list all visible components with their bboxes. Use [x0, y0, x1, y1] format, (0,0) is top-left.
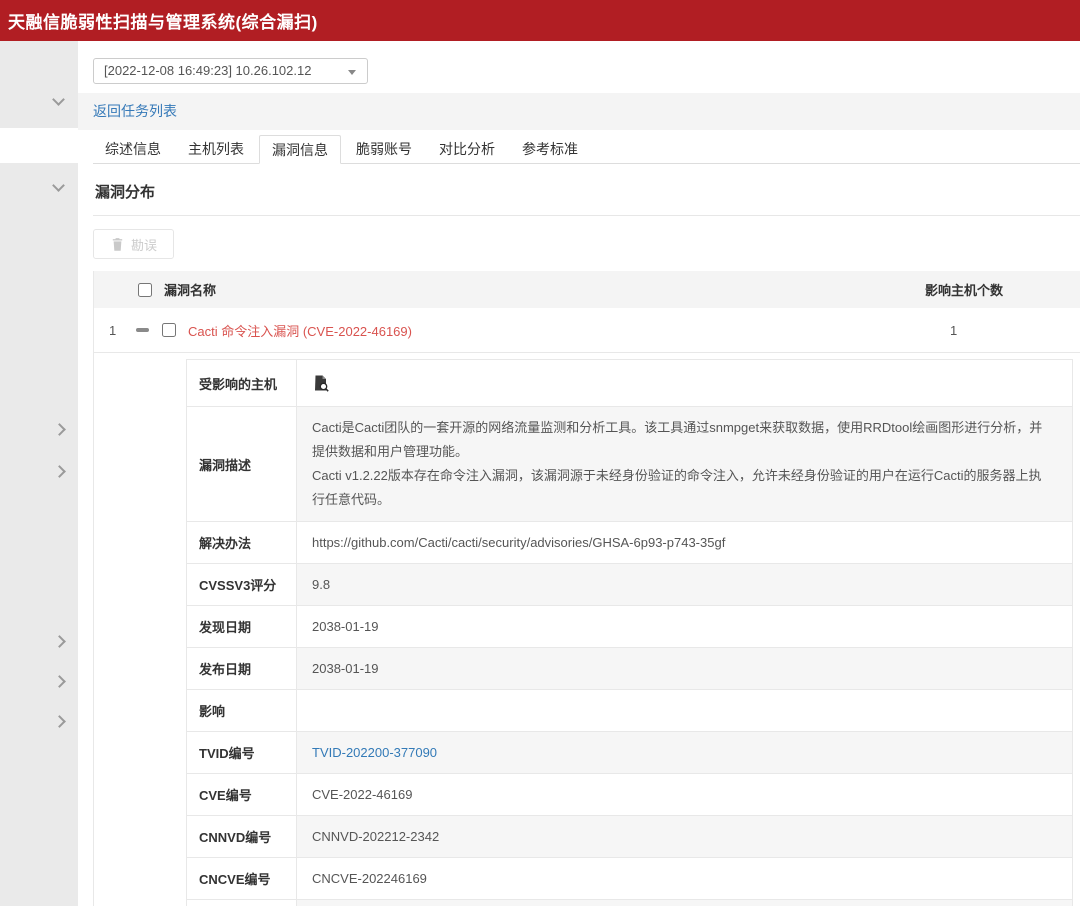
task-selector-value: [2022-12-08 16:49:23] 10.26.102.12 [104, 63, 311, 78]
tabs-bar: 综述信息 主机列表 漏洞信息 脆弱账号 对比分析 参考标准 [93, 135, 1080, 164]
detail-label: TVID编号 [187, 732, 297, 773]
detail-row-cve: CVE编号 CVE-2022-46169 [187, 774, 1072, 816]
impact-value [297, 690, 1072, 731]
back-to-task-list-link[interactable]: 返回任务列表 [93, 103, 177, 119]
toolbar: 勘误 [93, 229, 1080, 259]
detail-row-affected-hosts: 受影响的主机 [187, 360, 1072, 407]
tvid-link[interactable]: TVID-202200-377090 [312, 745, 437, 760]
detail-row-description: 漏洞描述 Cacti是Cacti团队的一套开源的网络流量监测和分析工具。该工具通… [187, 407, 1072, 522]
caret-down-icon [348, 70, 356, 75]
chevron-down-icon[interactable] [52, 179, 65, 192]
detail-label: 发现日期 [187, 606, 297, 647]
row-number: 1 [109, 323, 123, 338]
file-search-icon[interactable] [312, 374, 330, 392]
ms-id [297, 900, 1072, 906]
tab-vulnerability-info[interactable]: 漏洞信息 [259, 135, 341, 164]
cve-id: CVE-2022-46169 [297, 774, 1072, 815]
tab-reference-standards[interactable]: 参考标准 [510, 135, 590, 164]
detail-row-tvid: TVID编号 TVID-202200-377090 [187, 732, 1072, 774]
detail-label: 受影响的主机 [187, 360, 297, 406]
vuln-table-row: 1 Cacti 命令注入漏洞 (CVE-2022-46169) 1 [94, 308, 1080, 353]
vuln-table-header: 漏洞名称 影响主机个数 [94, 271, 1080, 308]
select-all-checkbox[interactable] [138, 283, 152, 297]
chevron-down-icon[interactable] [52, 93, 65, 106]
detail-label: CVE编号 [187, 774, 297, 815]
sidebar [0, 41, 78, 906]
chevron-right-icon[interactable] [53, 423, 66, 436]
detail-row-discovery-date: 发现日期 2038-01-19 [187, 606, 1072, 648]
tab-comparative-analysis[interactable]: 对比分析 [427, 135, 507, 164]
detail-label: CNNVD编号 [187, 816, 297, 857]
publish-date: 2038-01-19 [297, 648, 1072, 689]
detail-row-publish-date: 发布日期 2038-01-19 [187, 648, 1072, 690]
discovery-date: 2038-01-19 [297, 606, 1072, 647]
chevron-right-icon[interactable] [53, 465, 66, 478]
cvssv3-score: 9.8 [297, 564, 1072, 605]
vuln-table: 漏洞名称 影响主机个数 1 Cacti 命令注入漏洞 (CVE-2022-461… [93, 271, 1080, 906]
main-content: [2022-12-08 16:49:23] 10.26.102.12 返回任务列… [78, 41, 1080, 906]
description-line-1: Cacti是Cacti团队的一套开源的网络流量监测和分析工具。该工具通过snmp… [312, 416, 1052, 464]
tab-summary-info[interactable]: 综述信息 [93, 135, 173, 164]
detail-row-ms: MS编号 [187, 900, 1072, 906]
description-line-2: Cacti v1.2.22版本存在命令注入漏洞，该漏洞源于未经身份验证的命令注入… [312, 464, 1052, 512]
detail-row-cnnvd: CNNVD编号 CNNVD-202212-2342 [187, 816, 1072, 858]
sidebar-active-item[interactable] [0, 128, 78, 163]
detail-row-impact: 影响 [187, 690, 1072, 732]
cncve-id: CNCVE-202246169 [297, 858, 1072, 899]
solution-url: https://github.com/Cacti/cacti/security/… [297, 522, 1072, 563]
tab-weak-accounts[interactable]: 脆弱账号 [344, 135, 424, 164]
detail-label: CVSSV3评分 [187, 564, 297, 605]
vuln-detail-table: 受影响的主机 [186, 359, 1073, 906]
affected-hosts-count: 1 [925, 323, 1080, 338]
detail-label: 解决办法 [187, 522, 297, 563]
row-checkbox[interactable] [162, 323, 176, 337]
chevron-right-icon[interactable] [53, 675, 66, 688]
section-title: 漏洞分布 [93, 164, 1080, 216]
trash-icon [110, 237, 125, 252]
detail-row-cvssv3: CVSSV3评分 9.8 [187, 564, 1072, 606]
vuln-distribution-panel: 漏洞分布 勘误 漏洞名称 影响主机个数 [93, 164, 1080, 906]
task-selector[interactable]: [2022-12-08 16:49:23] 10.26.102.12 [93, 58, 368, 84]
detail-label: 漏洞描述 [187, 407, 297, 521]
page: 天融信脆弱性扫描与管理系统(综合漏扫) [2022-12-08 16:49:23… [0, 0, 1080, 906]
column-affected-hosts: 影响主机个数 [925, 280, 1080, 299]
chevron-right-icon[interactable] [53, 715, 66, 728]
detail-label: MS编号 [187, 900, 297, 906]
detail-label: CNCVE编号 [187, 858, 297, 899]
app-title: 天融信脆弱性扫描与管理系统(综合漏扫) [8, 8, 318, 33]
back-bar: 返回任务列表 [78, 93, 1080, 130]
detail-label: 发布日期 [187, 648, 297, 689]
detail-row-solution: 解决办法 https://github.com/Cacti/cacti/secu… [187, 522, 1072, 564]
task-select-row: [2022-12-08 16:49:23] 10.26.102.12 [78, 41, 1080, 84]
chevron-right-icon[interactable] [53, 635, 66, 648]
errata-button-label: 勘误 [131, 235, 157, 254]
detail-row-cncve: CNCVE编号 CNCVE-202246169 [187, 858, 1072, 900]
column-vuln-name: 漏洞名称 [164, 280, 216, 299]
tab-host-list[interactable]: 主机列表 [176, 135, 256, 164]
app-header: 天融信脆弱性扫描与管理系统(综合漏扫) [0, 0, 1080, 41]
detail-label: 影响 [187, 690, 297, 731]
cnnvd-id: CNNVD-202212-2342 [297, 816, 1072, 857]
vuln-name-link[interactable]: Cacti 命令注入漏洞 (CVE-2022-46169) [188, 321, 412, 340]
collapse-row-icon[interactable] [136, 328, 149, 332]
errata-button[interactable]: 勘误 [93, 229, 174, 259]
